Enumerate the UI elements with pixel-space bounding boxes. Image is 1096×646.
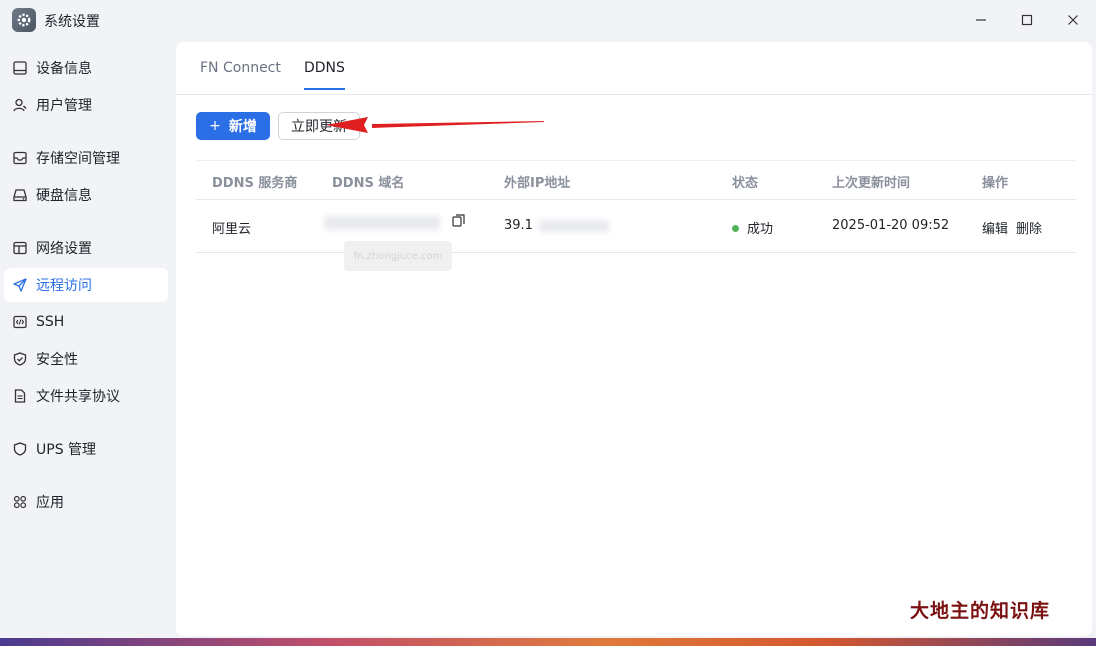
- file-icon: [12, 388, 28, 404]
- sidebar-item-label: 硬盘信息: [36, 188, 92, 204]
- sidebar: 设备信息 用户管理 存储空间管理 硬盘信息 网络设置 远程访问 SSH 安全性 …: [0, 42, 176, 638]
- sidebar-item-disk-info[interactable]: 硬盘信息: [4, 178, 168, 212]
- column-header-updated: 上次更新时间: [832, 176, 911, 191]
- sidebar-item-file-sharing[interactable]: 文件共享协议: [4, 379, 168, 413]
- minimize-icon: [976, 19, 986, 21]
- sidebar-item-label: UPS 管理: [36, 442, 97, 458]
- close-button[interactable]: [1060, 8, 1086, 32]
- domain-redacted: [324, 215, 440, 230]
- column-header-status: 状态: [732, 176, 759, 191]
- ddns-table: DDNS 服务商 DDNS 域名 外部IP地址 状态 上次更新时间 操作 阿里云…: [196, 160, 1076, 253]
- status-badge: 成功: [747, 222, 774, 237]
- sidebar-item-label: 远程访问: [36, 278, 92, 294]
- cell-provider: 阿里云: [212, 222, 252, 237]
- cell-actions: 编辑 删除: [982, 218, 1050, 237]
- maximize-icon: [1021, 14, 1033, 26]
- cell-updated: 2025-01-20 09:52: [832, 218, 950, 233]
- device-icon: [12, 60, 28, 76]
- title-bar: 系统设置: [0, 0, 1096, 40]
- add-button[interactable]: + 新增: [196, 112, 270, 140]
- column-header-provider: DDNS 服务商: [212, 176, 298, 191]
- shield-check-icon: [12, 351, 28, 367]
- sidebar-item-label: 应用: [36, 495, 64, 511]
- storage-icon: [12, 150, 28, 166]
- apps-icon: [12, 494, 28, 510]
- plus-icon: +: [209, 118, 221, 134]
- ip-text: 39.1: [504, 218, 533, 233]
- column-header-ip: 外部IP地址: [504, 176, 571, 191]
- sidebar-item-label: 存储空间管理: [36, 151, 120, 167]
- tab-bar: FN Connect DDNS: [176, 42, 1092, 95]
- copy-icon[interactable]: [452, 214, 465, 231]
- column-header-domain: DDNS 域名: [332, 176, 405, 191]
- gear-icon: [12, 8, 36, 32]
- update-now-button[interactable]: 立即更新: [278, 112, 360, 140]
- sidebar-item-label: 网络设置: [36, 241, 92, 257]
- user-icon: [12, 97, 28, 113]
- code-icon: [12, 314, 28, 330]
- status-success-dot: [732, 225, 739, 232]
- window-title: 系统设置: [44, 14, 100, 30]
- sidebar-item-remote-access[interactable]: 远程访问: [4, 268, 168, 302]
- shield-icon: [12, 441, 28, 457]
- cell-ip: 39.1: [504, 218, 610, 233]
- table-row: 阿里云 39.1 成功 2025-01-20 09:52 编辑 删除: [196, 200, 1076, 253]
- tab-fn-connect[interactable]: FN Connect: [200, 60, 281, 90]
- ip-redacted: [539, 219, 610, 232]
- maximize-button[interactable]: [1014, 8, 1040, 32]
- sidebar-item-storage[interactable]: 存储空间管理: [4, 141, 168, 175]
- delete-link[interactable]: 删除: [1016, 222, 1042, 237]
- sidebar-item-label: SSH: [36, 314, 65, 330]
- sidebar-item-apps[interactable]: 应用: [4, 485, 168, 519]
- sidebar-item-user-management[interactable]: 用户管理: [4, 88, 168, 122]
- column-header-actions: 操作: [982, 176, 1009, 191]
- sidebar-item-label: 安全性: [36, 352, 78, 368]
- desktop-wallpaper-strip: [0, 638, 1096, 646]
- sidebar-item-ssh[interactable]: SSH: [4, 305, 168, 339]
- sidebar-item-label: 文件共享协议: [36, 389, 120, 405]
- watermark: 大地主的知识库: [910, 600, 1051, 622]
- sidebar-item-device-info[interactable]: 设备信息: [4, 51, 168, 85]
- table-header: DDNS 服务商 DDNS 域名 外部IP地址 状态 上次更新时间 操作: [196, 160, 1076, 200]
- network-icon: [12, 240, 28, 256]
- settings-window: 系统设置 设备信息 用户管理 存储空间管理 硬盘信息 网络设置 远程访问 SSH…: [0, 0, 1096, 638]
- tab-ddns[interactable]: DDNS: [304, 60, 345, 90]
- main-panel: FN Connect DDNS + 新增 立即更新 DDNS 服务商 DDNS …: [176, 42, 1092, 636]
- close-icon: [1068, 15, 1078, 25]
- disk-icon: [12, 187, 28, 203]
- sidebar-item-network[interactable]: 网络设置: [4, 231, 168, 265]
- edit-link[interactable]: 编辑: [982, 222, 1008, 237]
- sidebar-item-label: 用户管理: [36, 98, 92, 114]
- sidebar-item-security[interactable]: 安全性: [4, 342, 168, 376]
- minimize-button[interactable]: [968, 8, 994, 32]
- add-button-label: 新增: [228, 119, 257, 135]
- sidebar-item-label: 设备信息: [36, 61, 92, 77]
- sidebar-item-ups[interactable]: UPS 管理: [4, 432, 168, 466]
- cell-domain: [324, 214, 465, 231]
- send-icon: [12, 277, 28, 293]
- cell-status: 成功: [732, 218, 773, 237]
- domain-tooltip: fn.zhongjuce.com: [344, 241, 452, 271]
